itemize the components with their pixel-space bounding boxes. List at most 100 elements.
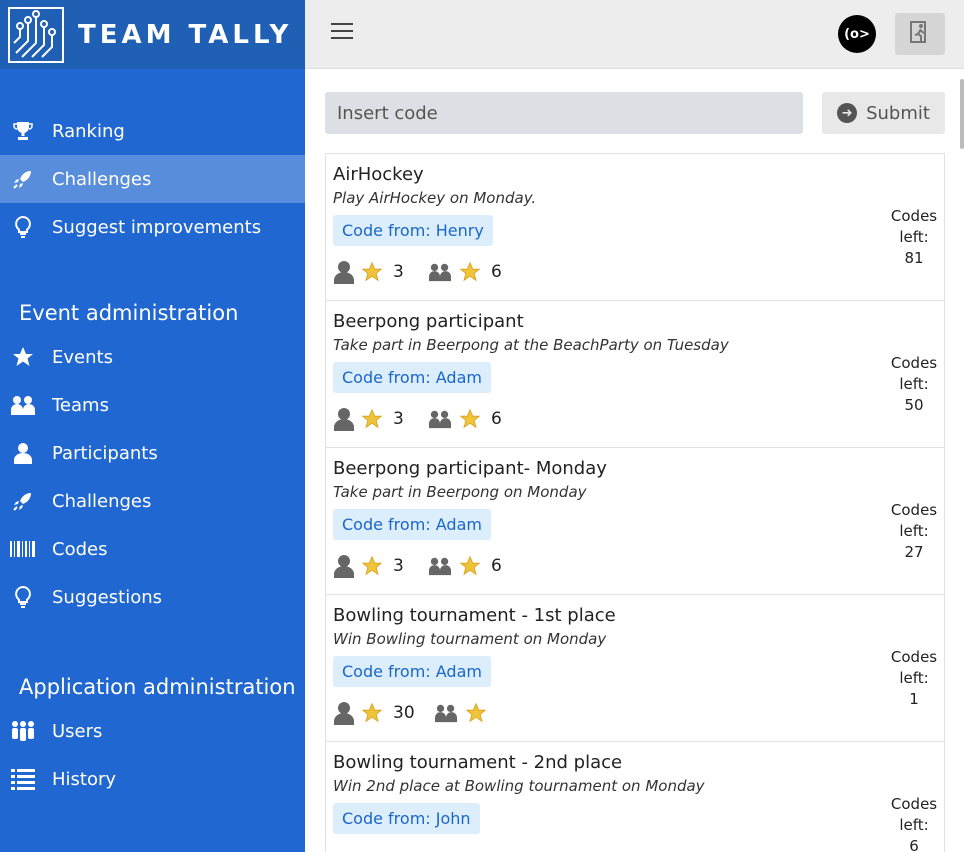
star-icon bbox=[459, 555, 481, 577]
challenge-title: Bowling tournament - 2nd place bbox=[333, 752, 623, 773]
sidebar-item-codes[interactable]: Codes bbox=[0, 525, 305, 573]
challenge-title: Bowling tournament - 1st place bbox=[333, 605, 616, 626]
sidebar-item-ranking[interactable]: Ranking bbox=[0, 107, 305, 155]
sidebar-item-suggest-improvements[interactable]: Suggest improvements bbox=[0, 203, 305, 251]
submit-button[interactable]: ➜ Submit bbox=[822, 92, 945, 134]
user-icon bbox=[10, 440, 36, 466]
codes-left: Codes left: 27 bbox=[888, 500, 940, 563]
single-user-icon bbox=[333, 701, 355, 725]
challenge-card: AirHockey Play AirHockey on Monday. Code… bbox=[326, 154, 944, 301]
submit-label: Submit bbox=[866, 102, 930, 124]
avatar[interactable]: (o> bbox=[838, 15, 876, 53]
challenge-card: Beerpong participant Take part in Beerpo… bbox=[326, 301, 944, 448]
single-points: 3 bbox=[393, 409, 404, 429]
avatar-text: (o> bbox=[844, 26, 870, 42]
sidebar: TEAM TALLY Ranking Challenges Suggest im… bbox=[0, 0, 305, 852]
sidebar-item-users[interactable]: Users bbox=[0, 707, 305, 755]
sidebar-item-challenges-admin[interactable]: Challenges bbox=[0, 477, 305, 525]
code-from-badge[interactable]: Code from: Henry bbox=[333, 215, 493, 246]
challenge-description: Win Bowling tournament on Monday bbox=[333, 630, 607, 648]
sidebar-item-participants[interactable]: Participants bbox=[0, 429, 305, 477]
sidebar-item-label: Participants bbox=[52, 442, 158, 464]
sidebar-item-suggestions[interactable]: Suggestions bbox=[0, 573, 305, 621]
codes-left: Codes left: 6 bbox=[888, 794, 940, 852]
challenge-card: Beerpong participant- Monday Take part i… bbox=[326, 448, 944, 595]
star-icon bbox=[361, 555, 383, 577]
sidebar-item-events[interactable]: Events bbox=[0, 333, 305, 381]
sidebar-item-history[interactable]: History bbox=[0, 755, 305, 803]
challenge-list: AirHockey Play AirHockey on Monday. Code… bbox=[325, 153, 945, 852]
codes-left-label: Codes left: bbox=[890, 501, 938, 540]
challenge-card: Bowling tournament - 2nd place Win 2nd p… bbox=[326, 742, 944, 852]
challenge-title: Beerpong participant- Monday bbox=[333, 458, 607, 479]
codes-left-count: 50 bbox=[904, 396, 924, 414]
challenge-description: Take part in Beerpong on Monday bbox=[333, 483, 587, 501]
rocket-icon bbox=[10, 488, 36, 514]
sidebar-item-label: Codes bbox=[52, 538, 108, 560]
single-user-icon bbox=[333, 554, 355, 578]
sidebar-item-label: History bbox=[52, 768, 117, 790]
lightbulb-icon bbox=[10, 584, 36, 610]
team-points: 6 bbox=[491, 262, 502, 282]
challenge-description: Take part in Beerpong at the BeachParty … bbox=[333, 336, 729, 354]
app-logo[interactable] bbox=[8, 6, 64, 63]
single-user-icon bbox=[333, 407, 355, 431]
logout-button[interactable] bbox=[895, 13, 945, 55]
exit-icon bbox=[909, 21, 931, 47]
team-icon bbox=[427, 261, 453, 283]
codes-left: Codes left: 81 bbox=[888, 206, 940, 269]
sidebar-item-label: Ranking bbox=[52, 120, 125, 142]
codes-left: Codes left: 1 bbox=[888, 647, 940, 710]
codes-left-label: Codes left: bbox=[890, 795, 938, 834]
lightbulb-icon bbox=[10, 214, 36, 240]
codes-left-label: Codes left: bbox=[890, 354, 938, 393]
star-icon bbox=[361, 702, 383, 724]
sidebar-item-challenges[interactable]: Challenges bbox=[0, 155, 305, 203]
main-content: ➜ Submit AirHockey Play AirHockey on Mon… bbox=[305, 69, 964, 852]
code-from-badge[interactable]: Code from: John bbox=[333, 803, 480, 834]
circuit-logo-icon bbox=[10, 8, 62, 61]
sidebar-item-label: Suggestions bbox=[52, 586, 162, 608]
code-from-badge[interactable]: Code from: Adam bbox=[333, 362, 491, 393]
app-admin-nav: Users History bbox=[0, 707, 305, 803]
challenge-title: Beerpong participant bbox=[333, 311, 524, 332]
trophy-icon bbox=[10, 118, 36, 144]
star-icon bbox=[361, 408, 383, 430]
single-user-icon bbox=[333, 260, 355, 284]
barcode-icon bbox=[10, 536, 36, 562]
challenge-title: AirHockey bbox=[333, 164, 424, 185]
app-title: TEAM TALLY bbox=[78, 19, 293, 50]
top-bar: (o> bbox=[305, 0, 964, 69]
challenge-description: Win 2nd place at Bowling tournament on M… bbox=[333, 777, 705, 795]
team-icon bbox=[427, 555, 453, 577]
codes-left-label: Codes left: bbox=[890, 648, 938, 687]
sidebar-item-label: Suggest improvements bbox=[52, 216, 262, 238]
codes-left-count: 1 bbox=[909, 690, 919, 708]
points-row: 3 6 bbox=[333, 407, 937, 431]
star-icon bbox=[459, 261, 481, 283]
hamburger-menu-icon[interactable] bbox=[331, 23, 353, 41]
sidebar-item-teams[interactable]: Teams bbox=[0, 381, 305, 429]
team-points: 6 bbox=[491, 556, 502, 576]
team-icon bbox=[10, 392, 36, 418]
section-title-event-administration: Event administration bbox=[19, 301, 239, 325]
sidebar-item-label: Events bbox=[52, 346, 113, 368]
star-icon bbox=[465, 702, 487, 724]
code-from-badge[interactable]: Code from: Adam bbox=[333, 656, 491, 687]
challenge-description: Play AirHockey on Monday. bbox=[333, 189, 537, 207]
points-row: 3 6 bbox=[333, 554, 937, 578]
code-from-badge[interactable]: Code from: Adam bbox=[333, 509, 491, 540]
points-row: 30 bbox=[333, 701, 937, 725]
star-icon bbox=[10, 344, 36, 370]
sidebar-item-label: Challenges bbox=[52, 490, 152, 512]
sidebar-item-label: Challenges bbox=[52, 168, 152, 190]
brand-header: TEAM TALLY bbox=[0, 0, 305, 69]
team-points: 6 bbox=[491, 409, 502, 429]
sidebar-item-label: Teams bbox=[52, 394, 109, 416]
list-icon bbox=[10, 766, 36, 792]
main-nav: Ranking Challenges Suggest improvements bbox=[0, 107, 305, 251]
scrollbar[interactable] bbox=[960, 79, 964, 149]
section-title-application-administration: Application administration bbox=[19, 675, 296, 699]
single-points: 3 bbox=[393, 262, 404, 282]
code-input[interactable] bbox=[325, 92, 803, 134]
